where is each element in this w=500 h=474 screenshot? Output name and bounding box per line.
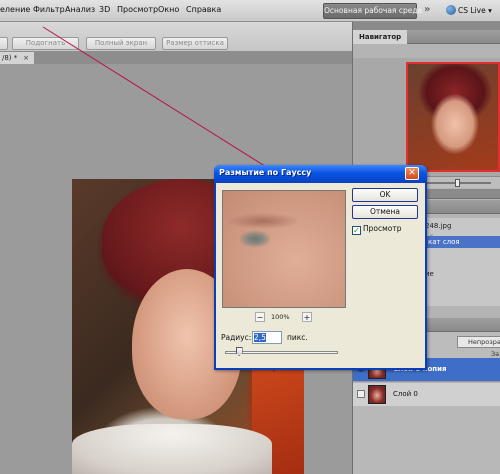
- menu-view[interactable]: Просмотр: [117, 5, 158, 14]
- lock-label: За: [491, 350, 500, 358]
- menu-3d[interactable]: 3D: [99, 5, 110, 14]
- cs-live-icon: [446, 5, 456, 15]
- zoom-level: 100%: [271, 313, 290, 321]
- zoom-out-button[interactable]: −: [255, 312, 265, 322]
- menu-window[interactable]: Окно: [158, 5, 179, 14]
- document-tab-bar: /8) * ×: [0, 52, 352, 64]
- opacity-select[interactable]: Непрозрач: [457, 336, 500, 348]
- navigator-panel-header: Навигатор: [353, 30, 500, 44]
- radius-unit: пикс.: [287, 333, 308, 342]
- ok-button[interactable]: OK: [352, 188, 418, 202]
- layer-thumbnail: [368, 385, 386, 404]
- zoom-in-button[interactable]: +: [302, 312, 312, 322]
- menu-analysis[interactable]: Анализ: [65, 5, 95, 14]
- close-icon[interactable]: ✕: [405, 167, 419, 180]
- print-size-button[interactable]: Размер оттиска: [162, 37, 228, 50]
- blur-preview[interactable]: [222, 190, 346, 308]
- options-button-partial[interactable]: [0, 37, 8, 50]
- preview-checkbox-label: Просмотр: [363, 224, 402, 233]
- navigator-panel: [353, 58, 500, 176]
- menu-help[interactable]: Справка: [186, 5, 221, 14]
- radius-label: Радиус:: [221, 333, 252, 342]
- fit-screen-button[interactable]: Подогнать: [12, 37, 79, 50]
- gaussian-blur-dialog: Размытие по Гауссу ✕ − 100% + OK Отмена …: [214, 165, 427, 370]
- cs-live-label: CS Live ▾: [458, 6, 492, 15]
- document-tab-label: /8) *: [2, 54, 18, 62]
- preview-checkbox[interactable]: ✓ Просмотр: [352, 224, 402, 235]
- close-icon[interactable]: ×: [22, 54, 30, 62]
- full-screen-button[interactable]: Полный экран: [86, 37, 156, 50]
- cancel-button[interactable]: Отмена: [352, 205, 418, 219]
- navigator-zoom-handle[interactable]: [455, 179, 460, 187]
- photo-collar: [72, 424, 272, 474]
- info-highlight-row[interactable]: кат слоя: [425, 236, 500, 248]
- cs-live-button[interactable]: CS Live ▾: [446, 3, 492, 19]
- menu-filter[interactable]: Фильтр: [33, 5, 65, 14]
- info-filename: 248.jpg: [425, 222, 452, 230]
- checkbox-checked-icon[interactable]: ✓: [352, 226, 361, 235]
- tab-navigator[interactable]: Навигатор: [353, 30, 408, 44]
- navigator-preview[interactable]: [406, 62, 500, 172]
- radius-slider-handle[interactable]: [235, 347, 243, 356]
- dialog-title: Размытие по Гауссу: [219, 168, 312, 177]
- layer-name: Слой 0: [393, 390, 418, 398]
- workspace-switcher-button[interactable]: Основная рабочая среда: [323, 3, 422, 19]
- visibility-toggle[interactable]: [357, 390, 365, 398]
- layer-row[interactable]: Слой 0: [353, 383, 500, 407]
- radius-input[interactable]: 2,5: [252, 331, 282, 344]
- document-tab[interactable]: /8) * ×: [0, 52, 34, 64]
- menu-bar: еление Фильтр Анализ 3D Просмотр Окно Сп…: [0, 0, 500, 22]
- dialog-titlebar[interactable]: Размытие по Гауссу ✕: [214, 165, 427, 183]
- menu-edit[interactable]: еление: [0, 5, 30, 14]
- options-bar: Подогнать Полный экран Размер оттиска: [0, 22, 352, 52]
- radius-value: 2,5: [254, 333, 266, 342]
- layers-empty-area: [353, 406, 500, 474]
- chevron-right-icon[interactable]: »: [424, 4, 430, 15]
